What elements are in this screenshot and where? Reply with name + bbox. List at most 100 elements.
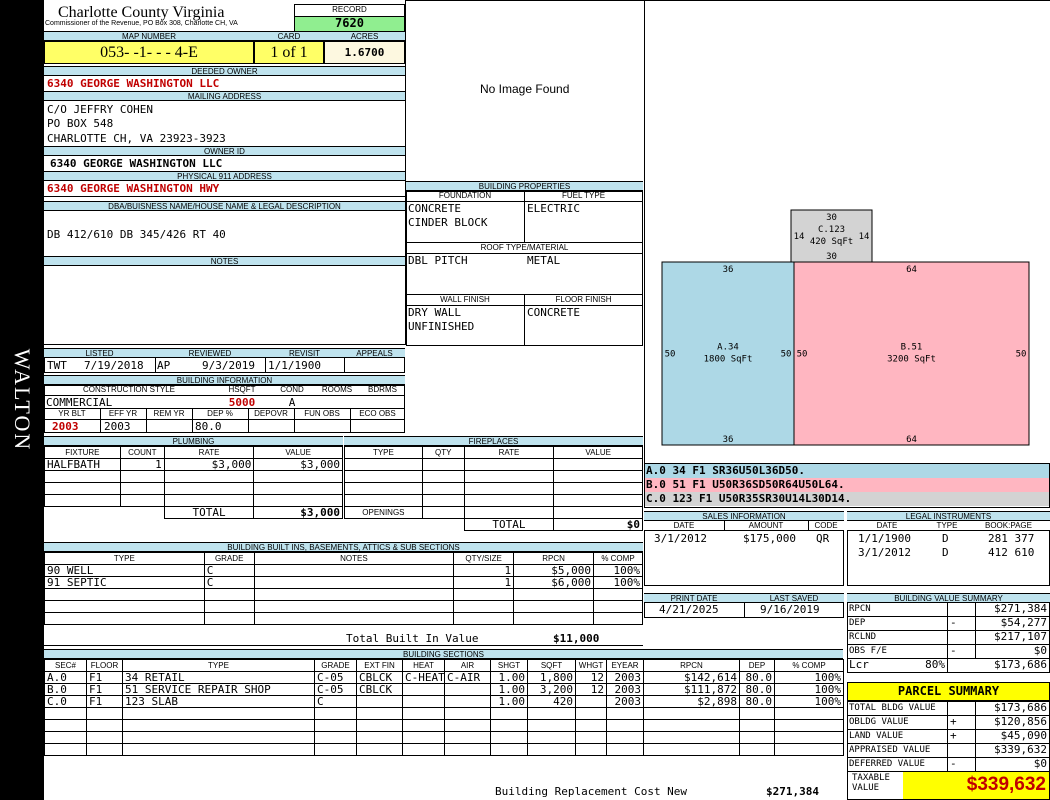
record-label: RECORD [332, 5, 367, 14]
summary-label: LAND VALUE [849, 731, 904, 741]
table-row: C.0 F1 123 SLAB C 1.00 420 2003 $2,898 80.0 100% [44, 695, 844, 708]
legal-date-2: 3/1/2012 [858, 546, 911, 559]
openings-label: OPENINGS [344, 506, 423, 519]
summary-value: $54,277 [1000, 616, 1047, 629]
sketch-dim-right: 50 [1016, 350, 1027, 360]
print-date: 4/21/2025 [659, 603, 719, 616]
effective-year: 2003 [104, 420, 131, 433]
bdrms-caption: BDRMS [368, 385, 397, 394]
lcr-value: $173,686 [994, 658, 1047, 671]
revisit-date: 1/1/1900 [268, 359, 321, 372]
summary-value: $271,384 [994, 602, 1047, 615]
acres-caption: ACRES [324, 31, 405, 41]
plumbing-total: $3,000 [253, 506, 343, 519]
reviewed-by: AP [157, 359, 171, 372]
summary-value: $339,632 [994, 743, 1047, 756]
card-caption: CARD [254, 31, 324, 41]
map-number-caption: MAP NUMBER [44, 31, 254, 41]
building-sketch: C.123 420 SqFt 30 30 14 14 A.34 1800 SqFt 36 36 50… [661, 209, 1030, 446]
summary-label: APPRAISED VALUE [849, 745, 931, 755]
legal-description-caption: DBA/BUISNESS NAME/HOUSE NAME & LEGAL DES… [44, 201, 405, 211]
table-row: B.0 F1 51 SERVICE REPAIR SHOP C-05 CBLCK 1.00… [44, 683, 844, 696]
foundation-caption: FOUNDATION [438, 191, 492, 200]
summary-value: $0 [1033, 644, 1047, 657]
construction-style-caption: CONSTRUCTION STYLE [82, 385, 175, 394]
reviewed-date: 9/3/2019 [202, 359, 255, 372]
table-row: HALFBATH 1 $3,000 $3,000 [44, 458, 343, 471]
owner-id: 6340 GEORGE WASHINGTON LLC [50, 157, 223, 170]
sketch-dim-right: 14 [859, 232, 870, 242]
roof-material: METAL [527, 254, 561, 267]
sketch-section-area: 420 SqFt [810, 237, 853, 247]
summary-sign: - [950, 616, 957, 629]
sketch-section-id: C.123 [818, 225, 845, 235]
sketch-section-id: B.51 [901, 343, 923, 353]
mailing-line-1: C/O JEFFRY COHEN [47, 103, 153, 116]
sketch-dim-bottom: 64 [906, 435, 917, 445]
depovr-caption: DEPOVR [254, 409, 288, 418]
sketch-dim-left: 14 [794, 232, 805, 242]
fuel-type: ELECTRIC [527, 202, 580, 215]
summary-label: TOTAL BLDG VALUE [849, 703, 936, 713]
sketch-dim-bottom: 36 [723, 435, 734, 445]
mailing-line-3: CHARLOTTE CH, VA 23923-3923 [47, 132, 226, 145]
plumbing-caption: PLUMBING [44, 436, 343, 446]
fuel-type-caption: FUEL TYPE [561, 191, 606, 200]
last-saved-date: 9/16/2019 [760, 603, 820, 616]
physical-address-caption: PHYSICAL 911 ADDRESS [44, 171, 405, 181]
summary-label: OBS F/E [849, 646, 887, 656]
summary-sign: + [950, 729, 957, 742]
sketch-dim-top: 30 [826, 213, 837, 223]
wall-finish-1: DRY WALL [408, 306, 461, 319]
brcn-label: Building Replacement Cost New [495, 785, 688, 798]
summary-value: $120,856 [994, 715, 1047, 728]
card-number: 1 of 1 [254, 41, 324, 64]
summary-label: OBLDG VALUE [849, 717, 909, 727]
builtins-total-label: Total Built In Value [346, 632, 479, 645]
sales-date: 3/1/2012 [654, 532, 707, 545]
sketch-section-a-34 [661, 261, 795, 446]
sketch-code-a: A.0 34 F1 SR36U50L36D50. [645, 464, 1049, 478]
yrblt-caption: YR BLT [58, 409, 86, 418]
table-row: 91 SEPTIC C 1 $6,000 100% [44, 576, 644, 589]
sketch-dim-left: 50 [797, 350, 808, 360]
sketch-dim-left: 50 [665, 350, 676, 360]
builtins-table: TYPE GRADE NOTES QTY/SIZE RPCN% COMP 90 WELL… [44, 552, 644, 625]
county-subtitle: Commissioner of the Revenue, PO Box 308,… [45, 20, 238, 27]
summary-sign: - [950, 757, 957, 770]
legal-bookpage-1: 281 377 [988, 532, 1035, 545]
foundation-2: CINDER BLOCK [408, 216, 488, 229]
sketch-dim-bottom: 30 [826, 252, 837, 262]
plumbing-total-label: TOTAL [163, 506, 255, 519]
parcel-summary-title: PARCEL SUMMARY [847, 682, 1050, 701]
wall-finish-caption: WALL FINISH [440, 295, 490, 304]
summary-label: DEFERRED VALUE [849, 759, 925, 769]
mailing-line-2: PO BOX 548 [47, 117, 114, 130]
legal-instruments-caption: LEGAL INSTRUMENTS [847, 511, 1050, 521]
legal-date-1: 1/1/1900 [858, 532, 911, 545]
table-row: 90 WELL C 1 $5,000 100% [44, 564, 644, 577]
hsqft-caption: HSQFT [228, 385, 256, 394]
summary-label: RCLND [849, 632, 877, 642]
fireplaces-total: $0 [553, 518, 643, 531]
map-number: 053- -1- - - 4-E [44, 41, 254, 64]
funobs-caption: FUN OBS [304, 409, 340, 418]
effyr-caption: EFF YR [108, 409, 138, 418]
owner-id-caption: OWNER ID [44, 146, 405, 156]
cond-caption: COND [280, 385, 304, 394]
sketch-dim-top: 64 [906, 265, 917, 275]
sketch-code-b: B.0 51 F1 U50R36SD50R64U50L64. [645, 478, 1049, 492]
legal-description: DB 412/610 DB 345/426 RT 40 [47, 228, 226, 241]
county-name: Charlotte County Virginia [58, 4, 225, 21]
photo-placeholder: No Image Found [480, 82, 570, 96]
dep-caption: DEP % [207, 409, 233, 418]
district-label: WALTON [10, 348, 35, 452]
notes-caption: NOTES [44, 256, 405, 266]
lcr-pct: 80% [925, 658, 945, 671]
fireplaces-table: TYPE QTY RATE VALUE OPENINGS TOTAL $0 [344, 446, 643, 531]
brcn-value: $271,384 [766, 785, 819, 798]
sketch-section-b-51 [793, 261, 1030, 446]
listed-date: 7/19/2018 [84, 359, 144, 372]
building-info-caption: BUILDING INFORMATION [44, 375, 405, 385]
wall-finish-2: UNFINISHED [408, 320, 475, 333]
